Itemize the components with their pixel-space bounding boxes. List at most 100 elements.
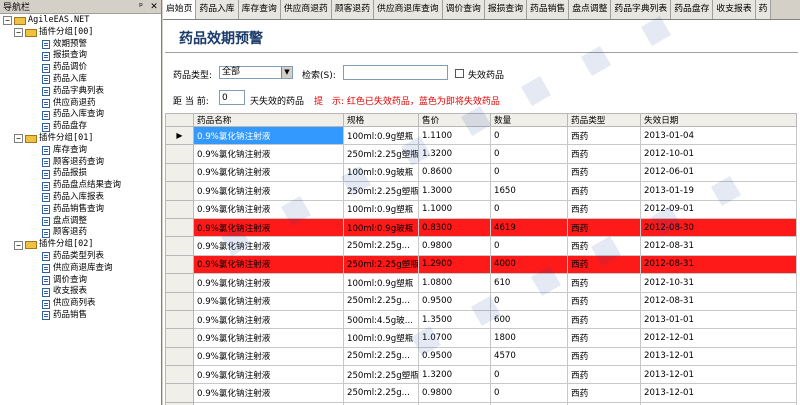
- cell-expiry[interactable]: 2013-01-19: [640, 181, 797, 201]
- tab-3[interactable]: 供应商退药: [280, 0, 332, 19]
- cell-spec[interactable]: 100ml:0.9g塑瓶: [343, 199, 419, 219]
- cell-expiry[interactable]: 2012-09-01: [640, 199, 797, 219]
- table-row[interactable]: 0.9%氯化钠注射液 250ml:2.25g塑瓶 1.3000 1650 西药 2013-…: [165, 181, 797, 201]
- tree-item[interactable]: 药品入库: [0, 74, 161, 86]
- cell-price[interactable]: 1.3200: [418, 144, 491, 164]
- cell-name[interactable]: 0.9%氯化钠注射液: [193, 328, 344, 348]
- column-header-quantity[interactable]: 数量: [490, 113, 568, 127]
- cell-price[interactable]: 1.0700: [418, 328, 491, 348]
- cell-price[interactable]: 1.3200: [418, 365, 491, 385]
- table-row[interactable]: 0.9%氯化钠注射液 500ml:4.5g玻... 1.3500 600 西药 2013-…: [165, 309, 797, 330]
- cell-price[interactable]: 0.9800: [418, 236, 491, 256]
- tree-item[interactable]: 药品入库查询: [0, 109, 161, 121]
- cell-name[interactable]: 0.9%氯化钠注射液: [193, 236, 344, 256]
- table-row[interactable]: 0.9%氯化钠注射液 100ml:0.9g塑瓶 1.1000 0 西药 2012-09-0…: [165, 199, 797, 219]
- tree-item[interactable]: 调价查询: [0, 275, 161, 287]
- tab-2[interactable]: 库存查询: [238, 0, 281, 19]
- collapse-icon[interactable]: −: [14, 240, 23, 250]
- cell-quantity[interactable]: 600: [490, 309, 568, 330]
- row-header[interactable]: [165, 254, 194, 275]
- table-row[interactable]: 0.9%氯化钠注射液 100ml:0.9g塑瓶 1.0700 1800 西药 2012-1…: [165, 328, 797, 348]
- cell-quantity[interactable]: 4619: [490, 217, 568, 238]
- cell-name[interactable]: 0.9%氯化钠注射液: [193, 162, 344, 183]
- cell-type[interactable]: 西药: [567, 199, 641, 219]
- cell-spec[interactable]: 250ml:2.25g...: [343, 291, 419, 311]
- cell-spec[interactable]: 250ml:2.25g塑瓶: [343, 181, 419, 201]
- cell-price[interactable]: 0.9800: [418, 383, 491, 403]
- row-header[interactable]: [165, 328, 194, 348]
- cell-type[interactable]: 西药: [567, 181, 641, 201]
- cell-expiry[interactable]: 2012-10-01: [640, 144, 797, 164]
- tree-item[interactable]: 药品销售查询: [0, 204, 161, 216]
- cell-expiry[interactable]: 2012-10-31: [640, 273, 797, 293]
- cell-type[interactable]: 西药: [567, 236, 641, 256]
- tab-12[interactable]: 收支报表: [713, 0, 756, 19]
- tree-item[interactable]: 药品盘存: [0, 121, 161, 133]
- chevron-down-icon[interactable]: ▼: [281, 67, 292, 78]
- cell-expiry[interactable]: 2013-12-01: [640, 383, 797, 403]
- cell-expiry[interactable]: 2012-08-31: [640, 236, 797, 256]
- cell-expiry[interactable]: 2013-01-04: [640, 125, 797, 146]
- cell-name[interactable]: 0.9%氯化钠注射液: [193, 199, 344, 219]
- cell-quantity[interactable]: 4570: [490, 346, 568, 367]
- tab-11[interactable]: 药品盘存: [671, 0, 714, 19]
- days-input[interactable]: [219, 90, 245, 105]
- cell-type[interactable]: 西药: [567, 328, 641, 348]
- row-header[interactable]: [165, 162, 194, 183]
- cell-price[interactable]: 1.1100: [418, 125, 491, 146]
- tree-item[interactable]: 效期预警: [0, 39, 161, 51]
- table-row[interactable]: 0.9%氯化钠注射液 250ml:2.25g塑瓶 1.3200 0 西药 2013-12-…: [165, 365, 797, 385]
- cell-name[interactable]: 0.9%氯化钠注射液: [193, 291, 344, 311]
- search-input[interactable]: [343, 65, 448, 80]
- tree-item[interactable]: 供应商退库查询: [0, 263, 161, 275]
- cell-spec[interactable]: 100ml:0.9g玻瓶: [343, 217, 419, 238]
- cell-name[interactable]: 0.9%氯化钠注射液: [193, 346, 344, 367]
- cell-quantity[interactable]: 0: [490, 144, 568, 164]
- table-row[interactable]: 0.9%氯化钠注射液 100ml:0.9g玻瓶 0.8300 4619 西药 2012-0…: [165, 217, 797, 238]
- tree-item[interactable]: 库存查询: [0, 145, 161, 157]
- cell-price[interactable]: 1.0800: [418, 273, 491, 293]
- row-header[interactable]: [165, 365, 194, 385]
- tree-group[interactable]: − 插件分组[02]: [0, 239, 161, 251]
- row-header[interactable]: ▶: [165, 125, 194, 146]
- table-row[interactable]: 0.9%氯化钠注射液 100ml:0.9g玻瓶 0.8600 0 西药 2012-06-0…: [165, 162, 797, 183]
- cell-type[interactable]: 西药: [567, 346, 641, 367]
- row-header[interactable]: [165, 199, 194, 219]
- collapse-icon[interactable]: −: [3, 16, 12, 26]
- cell-spec[interactable]: 250ml:2.25g...: [343, 346, 419, 367]
- collapse-icon[interactable]: −: [14, 28, 23, 38]
- cell-quantity[interactable]: 0: [490, 291, 568, 311]
- cell-type[interactable]: 西药: [567, 144, 641, 164]
- cell-spec[interactable]: 250ml:2.25g塑瓶: [343, 254, 419, 275]
- cell-name[interactable]: 0.9%氯化钠注射液: [193, 309, 344, 330]
- row-header[interactable]: [165, 291, 194, 311]
- cell-quantity[interactable]: 0: [490, 162, 568, 183]
- cell-type[interactable]: 西药: [567, 162, 641, 183]
- cell-name[interactable]: 0.9%氯化钠注射液: [193, 383, 344, 403]
- row-header[interactable]: [165, 273, 194, 293]
- cell-spec[interactable]: 250ml:2.25g...: [343, 236, 419, 256]
- tab-7[interactable]: 报损查询: [484, 0, 528, 19]
- cell-expiry[interactable]: 2012-08-31: [640, 254, 797, 275]
- column-header-spec[interactable]: 规格: [343, 113, 419, 127]
- close-icon[interactable]: ✕: [148, 1, 160, 13]
- cell-price[interactable]: 0.8600: [418, 162, 491, 183]
- cell-expiry[interactable]: 2013-12-01: [640, 346, 797, 367]
- cell-spec[interactable]: 250ml:2.25g...: [343, 383, 419, 403]
- tree-item[interactable]: 药品字典列表: [0, 86, 161, 98]
- tab-10[interactable]: 药品字典列表: [611, 0, 672, 19]
- row-header[interactable]: [165, 236, 194, 256]
- table-row[interactable]: 0.9%氯化钠注射液 250ml:2.25g... 0.9800 0 西药 2012-08…: [165, 236, 797, 256]
- cell-type[interactable]: 西药: [567, 291, 641, 311]
- column-header-name[interactable]: 药品名称: [193, 113, 344, 127]
- cell-price[interactable]: 1.1000: [418, 199, 491, 219]
- cell-quantity[interactable]: 0: [490, 236, 568, 256]
- cell-price[interactable]: 1.3500: [418, 309, 491, 330]
- cell-spec[interactable]: 100ml:0.9g塑瓶: [343, 328, 419, 348]
- cell-expiry[interactable]: 2012-08-30: [640, 217, 797, 238]
- cell-type[interactable]: 西药: [567, 309, 641, 330]
- cell-type[interactable]: 西药: [567, 125, 641, 146]
- cell-quantity[interactable]: 0: [490, 199, 568, 219]
- cell-name[interactable]: 0.9%氯化钠注射液: [193, 181, 344, 201]
- cell-price[interactable]: 1.2900: [418, 254, 491, 275]
